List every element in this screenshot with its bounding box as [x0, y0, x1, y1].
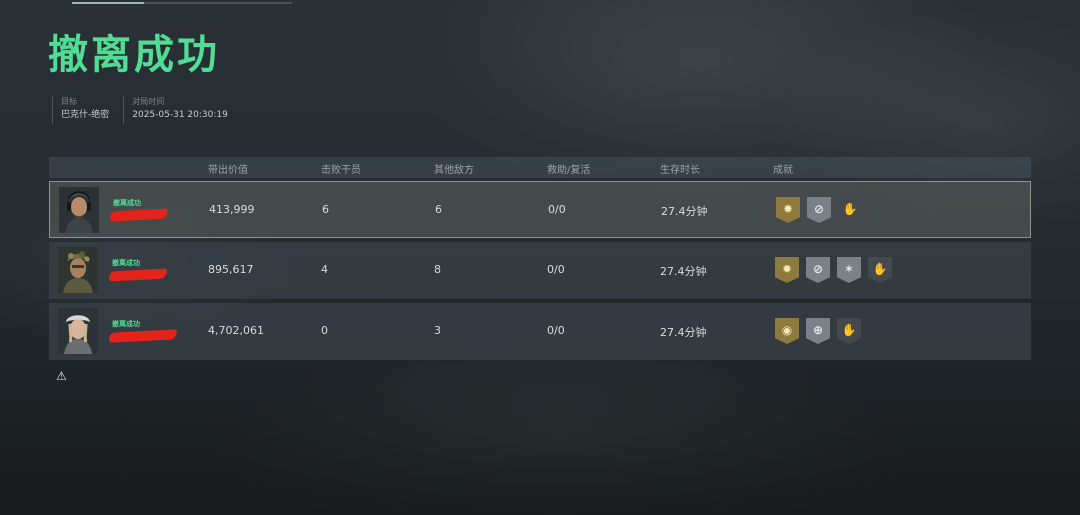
top-tab-indicator	[72, 0, 292, 4]
header-value: 带出价值	[208, 165, 248, 176]
dark-hands-badge-icon[interactable]: ✋	[837, 318, 861, 344]
header-assist: 救助/复活	[547, 165, 591, 176]
tab-indicator-active	[72, 2, 144, 4]
gold-sun-badge-icon[interactable]: ✹	[776, 197, 800, 223]
achievement-badges: ✹ ⊘ ✶ ✋	[775, 257, 899, 283]
other-enemies: 3	[434, 324, 441, 337]
silver-star-badge-icon[interactable]: ✶	[837, 257, 861, 283]
player-row[interactable]: 撤离成功 895,617 4 8 0/0 27.4分钟 ✹ ⊘ ✶ ✋	[49, 242, 1031, 299]
header-other: 其他敌方	[434, 165, 474, 176]
operator-portrait-headset	[59, 187, 99, 233]
page-title: 撤离成功	[48, 32, 220, 78]
survival-time: 27.4分钟	[660, 326, 707, 339]
carried-value: 413,999	[209, 203, 255, 216]
player-avatar[interactable]	[59, 187, 99, 233]
tab-indicator-track	[144, 2, 292, 4]
survival-time: 27.4分钟	[660, 265, 707, 278]
header-survive: 生存时长	[660, 165, 700, 176]
meta-target-value: 巴克什-绝密	[61, 110, 110, 120]
other-enemies: 8	[434, 263, 441, 276]
player-avatar[interactable]	[58, 247, 98, 293]
achievement-badges: ◉ ⊕ ✋	[775, 318, 868, 344]
player-row[interactable]: 撤离成功 4,702,061 0 3 0/0 27.4分钟 ◉ ⊕ ✋	[49, 303, 1031, 360]
header-defeated: 击败干员	[321, 165, 361, 176]
extraction-status: 撤离成功	[112, 259, 140, 267]
player-avatar[interactable]	[58, 308, 98, 354]
carried-value: 895,617	[208, 263, 254, 276]
extraction-status: 撤离成功	[112, 320, 140, 328]
silver-compass-badge-icon[interactable]: ⊘	[806, 257, 830, 283]
extraction-status: 撤离成功	[113, 199, 141, 207]
achievement-badges: ✹ ⊘ ✋	[776, 197, 869, 223]
silver-target-badge-icon[interactable]: ⊕	[806, 318, 830, 344]
operators-defeated: 6	[322, 203, 329, 216]
warning-icon[interactable]: ⚠	[56, 370, 69, 382]
operator-portrait-beret	[58, 308, 98, 354]
gold-ring-badge-icon[interactable]: ◉	[775, 318, 799, 344]
redacted-player-name	[109, 208, 169, 222]
assist-revive: 0/0	[547, 324, 565, 337]
meta-time: 对局时间 2025-05-31 20:30:19	[123, 96, 228, 124]
table-header: 带出价值 击败干员 其他敌方 救助/复活 生存时长 成就	[49, 157, 1031, 178]
operator-portrait-camo	[58, 247, 98, 293]
carried-value: 4,702,061	[208, 324, 264, 337]
redacted-player-name	[108, 268, 168, 282]
meta-target-label: 目标	[61, 97, 77, 106]
operators-defeated: 4	[321, 263, 328, 276]
assist-revive: 0/0	[547, 263, 565, 276]
player-row[interactable]: 撤离成功 413,999 6 6 0/0 27.4分钟 ✹ ⊘ ✋	[49, 181, 1031, 238]
squad-results-table: 带出价值 击败干员 其他敌方 救助/复活 生存时长 成就 撤离成功 413,99…	[49, 157, 1031, 360]
redacted-player-name	[108, 329, 178, 343]
other-enemies: 6	[435, 203, 442, 216]
survival-time: 27.4分钟	[661, 205, 708, 218]
meta-time-label: 对局时间	[132, 97, 165, 106]
operators-defeated: 0	[321, 324, 328, 337]
gold-sun-badge-icon[interactable]: ✹	[775, 257, 799, 283]
silver-compass-badge-icon[interactable]: ⊘	[807, 197, 831, 223]
dark-hands-badge-icon[interactable]: ✋	[868, 257, 892, 283]
header-achievement: 成就	[773, 165, 793, 176]
meta-time-value: 2025-05-31 20:30:19	[132, 110, 228, 120]
match-meta: 目标 巴克什-绝密 对局时间 2025-05-31 20:30:19	[52, 96, 242, 124]
assist-revive: 0/0	[548, 203, 566, 216]
meta-target: 目标 巴克什-绝密	[52, 96, 109, 124]
dark-hands-badge-icon[interactable]: ✋	[838, 197, 862, 223]
